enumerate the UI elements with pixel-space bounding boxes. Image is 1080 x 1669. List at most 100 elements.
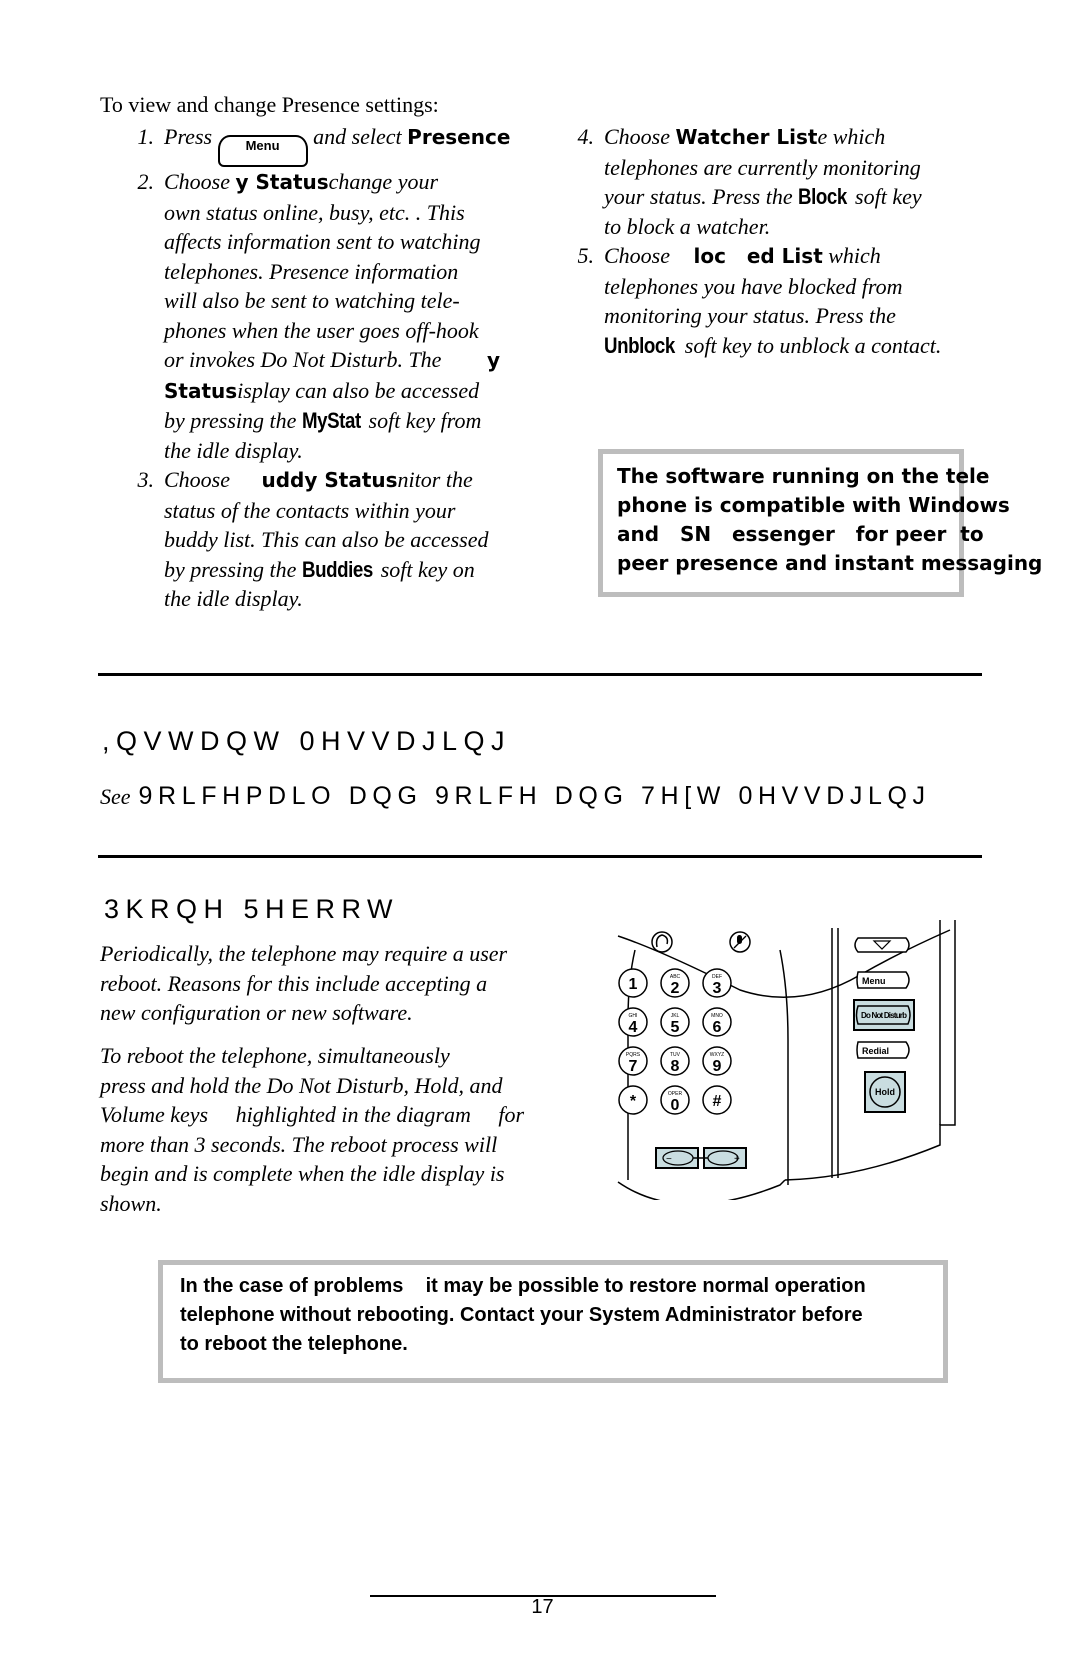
step-2-line: own status online, busy, etc. . This	[164, 199, 465, 225]
section-heading-phone-reboot: 3KRQH 5HERRW	[104, 894, 400, 924]
hold-key-label: Hold	[875, 1087, 895, 1097]
menu-key-icon: Menu	[217, 135, 308, 167]
keypad-key-5: JKL5	[660, 1007, 690, 1037]
section-divider	[98, 855, 982, 858]
step-5: 5. Choose loc ed List which	[577, 243, 881, 268]
step-5-line: monitoring your status. Press the	[604, 303, 896, 328]
note-line: to reboot the telephone.	[180, 1333, 408, 1355]
menu-side-key-label: Menu	[862, 976, 886, 986]
see-reference: See 9RLFHPDLO DQG 9RLFH DQG 7H[W 0HVVDJL…	[100, 782, 931, 810]
svg-text:5: 5	[671, 1019, 680, 1036]
buddy-status-label: uddy Status	[261, 468, 398, 492]
step-2-line: telephones. Presence information	[164, 258, 459, 284]
phone-keypad-right-edge	[779, 949, 789, 1185]
keypad-key-star: *	[618, 1085, 648, 1115]
svg-text:2: 2	[671, 980, 680, 997]
step-2-line: or invokes Do Not Disturb. The y	[164, 347, 500, 372]
redial-key-label: Redial	[862, 1046, 889, 1056]
para-line: new configuration or new software.	[100, 1000, 413, 1025]
reboot-para-1: Periodically, the telephone may require …	[100, 939, 507, 1028]
svg-text:1: 1	[629, 976, 638, 993]
keypad-key-1: 1	[618, 968, 648, 998]
scroll-down-key	[854, 937, 910, 953]
note-line: peer presence and instant messaging	[617, 551, 1043, 575]
keypad-key-8: TUV8	[660, 1046, 690, 1076]
blocked-list-label: loc ed List	[693, 244, 823, 268]
mute-icon	[729, 931, 751, 953]
mystat-softkey: MyStat	[301, 408, 361, 433]
keypad-key-3: DEF3	[702, 968, 732, 998]
note-line: phone is compatible with Windows	[617, 493, 1010, 517]
step-3-line: the idle display.	[164, 586, 303, 611]
keypad: 1 ABC2 DEF3 GHI4 JKL5 MNO6 PQRS7 TUV8 WXYZ9 * OPER…	[618, 968, 732, 1115]
dnd-key-label: Do Not Disturb	[861, 1011, 907, 1020]
step-2-line: by pressing the MyStat soft key from	[122, 406, 510, 436]
reboot-para-2: To reboot the telephone, simultaneously …	[100, 1041, 524, 1218]
para-line: begin and is complete when the idle disp…	[100, 1161, 505, 1186]
phone-bottom-left	[617, 1179, 786, 1200]
unblock-softkey: Unblock	[604, 332, 675, 358]
para-line: more than 3 seconds. The reboot process …	[100, 1131, 498, 1157]
steps-right: 4. Choose Watcher Liste which telephones …	[570, 122, 942, 361]
svg-text:7: 7	[629, 1058, 638, 1075]
para-line: shown.	[100, 1190, 162, 1216]
para-line: Periodically, the telephone may require …	[100, 941, 508, 966]
headset-icon	[651, 931, 673, 953]
section-divider	[98, 673, 982, 676]
section-heading-instant-messaging: ,QVWDQW 0HVVDJLQJ	[102, 726, 512, 756]
step-2-line: affects information sent to watching	[164, 229, 481, 254]
step-5-line: telephones you have blocked from	[604, 273, 903, 299]
keypad-key-pound: #	[702, 1085, 732, 1115]
volume-keys-highlighted: − +	[655, 1147, 747, 1169]
svg-text:3: 3	[713, 980, 722, 997]
note-line: In the case of problems it may be possib…	[180, 1275, 866, 1297]
step-4: 4. Choose Watcher Liste which	[577, 124, 886, 149]
my-status-label: y Status	[235, 170, 329, 194]
keypad-key-2: ABC2	[660, 968, 690, 998]
step-3: 3. Choose uddy Statusnitor the	[137, 467, 473, 492]
step-4-line: telephones are currently monitoring	[604, 154, 921, 180]
step-3-line: status of the contacts within your	[164, 497, 456, 523]
volume-down-icon: −	[666, 1154, 672, 1165]
para-line: Volume keys highlighted in the diagram f…	[100, 1102, 525, 1127]
note-reboot-text: In the case of problems it may be possib…	[180, 1272, 866, 1359]
step-3-line: buddy list. This can also be accessed	[164, 527, 489, 552]
step-2: 2. Choose y Statuschange your	[137, 169, 439, 194]
keypad-key-6: MNO6	[702, 1007, 732, 1037]
para-line: To reboot the telephone, simultaneously	[100, 1043, 450, 1068]
buddies-softkey: Buddies	[301, 556, 373, 582]
note-line: The software running on the tele	[617, 464, 990, 488]
volume-up-icon: +	[734, 1154, 740, 1165]
keypad-key-9: WXYZ9	[702, 1046, 732, 1076]
see-reference-link[interactable]: 9RLFHPDLO DQG 9RLFH DQG 7H[W 0HVVDJLQJ	[139, 782, 931, 810]
page-number: 17	[531, 1596, 554, 1618]
step-4-line: to block a watcher.	[604, 213, 771, 239]
svg-text:0: 0	[671, 1097, 680, 1114]
presence-label: Presence	[407, 125, 511, 149]
step-2-line: the idle display.	[164, 437, 303, 463]
intro-text: To view and change Presence settings:	[100, 92, 439, 117]
step-1: 1. Press Menu and select Presence	[122, 122, 510, 167]
para-line: press and hold the Do Not Disturb, Hold,…	[100, 1072, 503, 1098]
note-line: telephone without rebooting. Contact you…	[180, 1304, 863, 1326]
svg-text:9: 9	[713, 1058, 722, 1075]
svg-text:#: #	[713, 1093, 722, 1110]
svg-text:6: 6	[713, 1019, 722, 1036]
step-3-line: by pressing the Buddies soft key on	[122, 555, 510, 585]
step-2-line: will also be sent to watching tele-	[164, 288, 460, 313]
note-compatibility-text: The software running on the tele phone i…	[617, 462, 1042, 578]
step-4-line: your status. Press the Block soft key	[570, 182, 941, 212]
keypad-key-7: PQRS7	[618, 1046, 648, 1076]
keypad-key-0: OPER0	[660, 1085, 690, 1115]
steps-left: 1. Press Menu and select Presence 2. Choos…	[122, 122, 511, 614]
step-2-line: phones when the user goes off-hook	[164, 317, 479, 343]
svg-text:*: *	[630, 1093, 637, 1110]
para-line: reboot. Reasons for this include accepti…	[100, 970, 488, 996]
step-5-line: Unblock soft key to unblock a contact.	[570, 331, 941, 361]
svg-text:4: 4	[629, 1019, 638, 1036]
block-softkey: Block	[798, 184, 847, 209]
svg-text:8: 8	[671, 1058, 680, 1075]
keypad-key-4: GHI4	[618, 1007, 648, 1037]
phone-diagram: Menu Do Not Disturb Redial Hold − + 1 ABC…	[617, 920, 956, 1200]
watcher-list-label: Watcher List	[675, 125, 818, 149]
